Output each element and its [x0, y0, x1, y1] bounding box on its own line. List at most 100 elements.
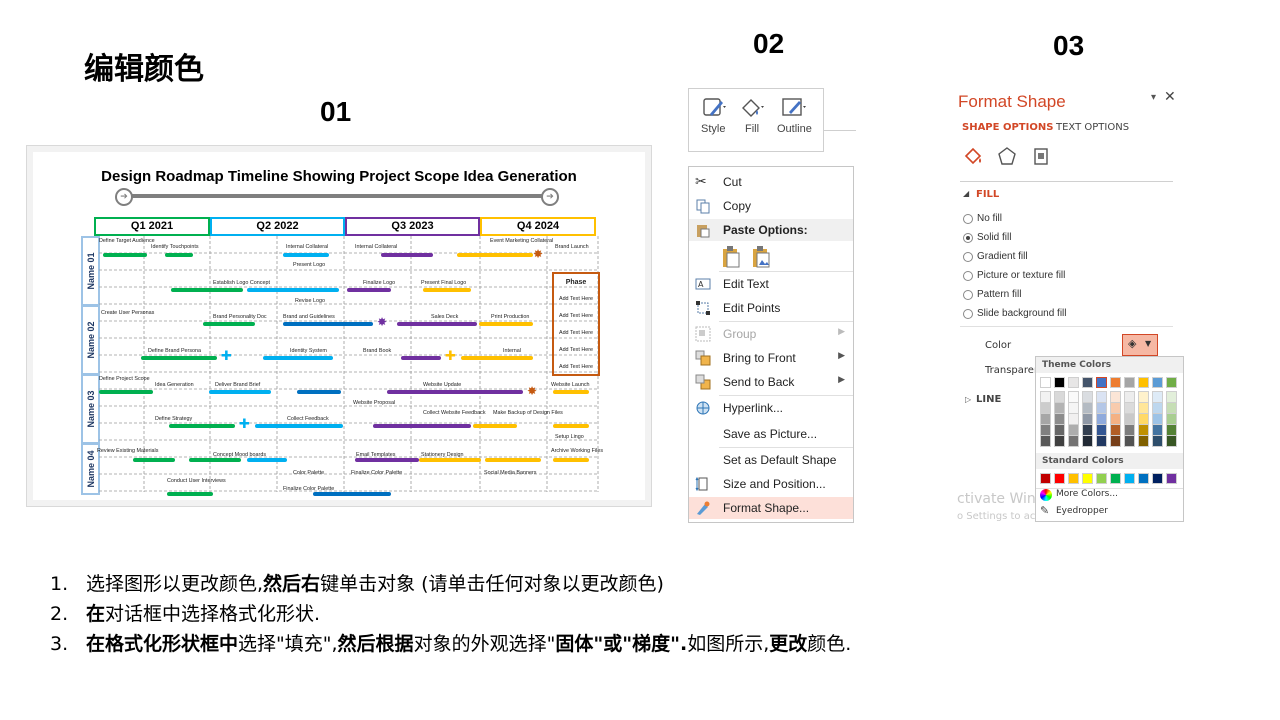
color-swatch[interactable]	[1166, 435, 1177, 447]
effects-pentagon-icon[interactable]	[997, 146, 1017, 166]
eyedropper-option[interactable]: Eyedropper	[1056, 506, 1108, 516]
menu-item-save-as-picture[interactable]: Save as Picture...	[689, 423, 853, 445]
task-bar	[171, 288, 243, 292]
color-palette-dropdown: Theme Colors Standard Colors More Colors…	[1035, 356, 1184, 522]
color-swatch[interactable]	[1124, 377, 1135, 388]
outline-button[interactable]: Outline	[777, 123, 812, 135]
more-colors-option[interactable]: More Colors...	[1056, 489, 1118, 499]
color-swatch[interactable]	[1138, 473, 1149, 484]
color-swatch[interactable]	[1152, 435, 1163, 447]
step-2: 2. 在对话框中选择格式化形状.	[50, 603, 321, 625]
task-bar	[381, 253, 433, 257]
color-swatch[interactable]	[1082, 435, 1093, 447]
menu-item-copy[interactable]: Copy	[689, 195, 853, 217]
color-swatch[interactable]	[1166, 377, 1177, 388]
menu-item-format-shape[interactable]: Format Shape...	[689, 497, 853, 519]
color-swatch[interactable]	[1166, 473, 1177, 484]
section-number-01: 01	[320, 96, 352, 127]
transparency-label: Transparen	[985, 365, 1041, 376]
color-swatch[interactable]	[1110, 377, 1121, 388]
option-pattern-fill[interactable]: Pattern fill	[963, 289, 1021, 300]
theme-color-shades	[1040, 391, 1180, 449]
color-swatch[interactable]	[1068, 473, 1079, 484]
task-label: Present Logo	[293, 262, 326, 268]
menu-item-bring-to-front[interactable]: Bring to Front ▶	[689, 347, 853, 369]
menu-item-edit-points[interactable]: Edit Points	[689, 297, 853, 319]
menu-item-send-to-back[interactable]: Send to Back ▶	[689, 371, 853, 393]
task-label: Color Palette	[293, 470, 325, 476]
menu-item-size-and-position[interactable]: Size and Position...	[689, 473, 853, 495]
color-swatch[interactable]	[1152, 377, 1163, 388]
radio-button[interactable]	[963, 252, 973, 262]
collapse-arrow-icon[interactable]: ◢	[963, 189, 969, 198]
context-menu: ✂ Cut Copy Paste Options: A Edit Text Ed…	[688, 166, 854, 523]
radio-button[interactable]	[963, 214, 973, 224]
color-swatch[interactable]	[1152, 473, 1163, 484]
radio-button[interactable]	[963, 290, 973, 300]
close-icon[interactable]: ✕	[1164, 89, 1176, 105]
task-label: Internal	[503, 348, 521, 354]
color-swatch[interactable]	[1054, 473, 1065, 484]
option-picture-texture-fill[interactable]: Picture or texture fill	[963, 270, 1065, 281]
style-button[interactable]: Style	[701, 123, 725, 135]
paste-picture-icon[interactable]	[751, 245, 771, 269]
paste-keep-formatting-icon[interactable]	[721, 245, 741, 269]
menu-item-edit-text[interactable]: A Edit Text	[689, 273, 853, 295]
option-gradient-fill[interactable]: Gradient fill	[963, 251, 1028, 262]
radio-button-selected[interactable]	[963, 233, 973, 243]
color-swatch[interactable]	[1054, 377, 1065, 388]
fill-line-icon[interactable]	[962, 144, 986, 168]
task-label: Social Media Banners	[484, 470, 537, 476]
task-bar	[263, 356, 333, 360]
option-no-fill[interactable]: No fill	[963, 213, 1002, 224]
shape-outline-icon[interactable]	[781, 96, 807, 120]
shape-style-icon[interactable]	[701, 96, 727, 120]
color-swatch[interactable]	[1124, 435, 1135, 447]
menu-item-hyperlink[interactable]: Hyperlink...	[689, 397, 853, 419]
task-label: Define Strategy	[155, 416, 193, 422]
color-swatch[interactable]	[1082, 473, 1093, 484]
option-slide-background-fill[interactable]: Slide background fill	[963, 308, 1067, 319]
color-swatch[interactable]	[1138, 435, 1149, 447]
color-swatch[interactable]	[1068, 377, 1079, 388]
task-bar	[553, 458, 589, 462]
color-swatch[interactable]	[1040, 473, 1051, 484]
tab-text-options[interactable]: TEXT OPTIONS	[1056, 122, 1129, 133]
option-solid-fill[interactable]: Solid fill	[963, 232, 1011, 243]
tab-shape-options[interactable]: SHAPE OPTIONS	[962, 122, 1053, 133]
menu-item-cut[interactable]: ✂ Cut	[689, 171, 853, 193]
menu-item-paste-options: Paste Options:	[689, 219, 853, 241]
color-swatch[interactable]	[1110, 435, 1121, 447]
task-bar	[167, 492, 213, 496]
instruction-steps: 1. 选择图形以更改颜色,然后右键单击对象 (请单击任何对象以更改颜色) 2. 在对…	[50, 569, 851, 659]
color-swatch[interactable]	[1110, 473, 1121, 484]
menu-item-set-default-shape[interactable]: Set as Default Shape	[689, 449, 853, 471]
svg-text:A: A	[698, 280, 704, 289]
pane-options-dropdown-icon[interactable]: ▾	[1151, 92, 1156, 103]
size-properties-icon[interactable]	[1031, 146, 1051, 166]
color-swatch[interactable]	[1096, 377, 1107, 388]
color-swatch[interactable]	[1124, 473, 1135, 484]
color-swatch[interactable]	[1138, 377, 1149, 388]
color-swatch[interactable]	[1054, 435, 1065, 447]
color-swatch[interactable]	[1068, 435, 1079, 447]
task-label: Create User Personas	[101, 310, 155, 316]
task-label: Website Proposal	[353, 400, 396, 406]
fill-button[interactable]: Fill	[745, 123, 759, 135]
color-swatch[interactable]	[1096, 473, 1107, 484]
radio-button[interactable]	[963, 271, 973, 281]
radio-button[interactable]	[963, 309, 973, 319]
task-label: Make Backup of Design Files	[493, 410, 563, 416]
step-text-segment: 对话框中选择格式化形状.	[105, 603, 321, 625]
step-3-text: 在格式化形状框中选择"填充",然后根据对象的外观选择"固体"或"梯度".如图所示…	[86, 633, 851, 655]
color-swatch[interactable]	[1040, 377, 1051, 388]
color-picker-button[interactable]: ◈ ▼	[1122, 334, 1158, 356]
fill-section-header[interactable]: FILL	[976, 189, 999, 200]
color-label: Color	[985, 340, 1012, 351]
shape-fill-icon[interactable]	[739, 96, 765, 120]
color-swatch[interactable]	[1082, 377, 1093, 388]
expand-arrow-icon[interactable]: ▷	[965, 395, 971, 404]
line-section-header[interactable]: LINE	[976, 394, 1001, 405]
color-swatch[interactable]	[1040, 435, 1051, 447]
color-swatch[interactable]	[1096, 435, 1107, 447]
